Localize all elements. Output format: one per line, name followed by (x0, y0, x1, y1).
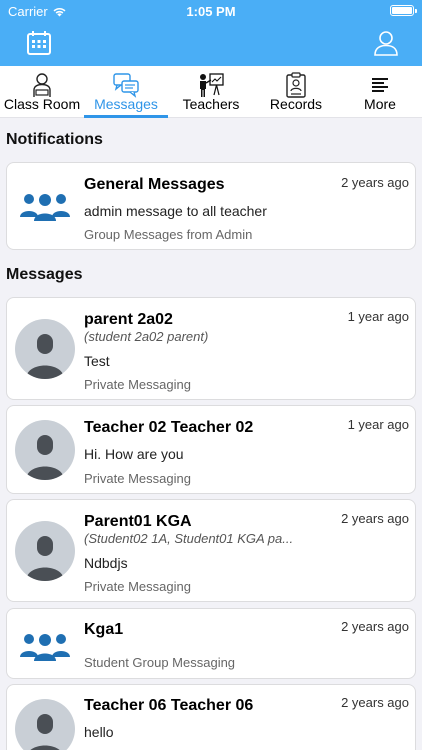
status-time: 1:05 PM (186, 4, 236, 19)
tab-label: Class Room (3, 96, 81, 112)
message-card[interactable]: parent 2a02 1 year ago (student 2a02 par… (6, 297, 416, 400)
timestamp: 2 years ago (341, 619, 409, 634)
timestamp: 2 years ago (341, 511, 409, 526)
sender-subtitle: (student 2a02 parent) (84, 329, 209, 344)
tab-label: More (364, 96, 396, 112)
person-icon (26, 536, 64, 581)
tab-records[interactable]: Records (254, 66, 338, 118)
messages-icon (113, 73, 139, 98)
tab-more[interactable]: More (338, 66, 422, 118)
sender-name: Teacher 06 Teacher 06 (84, 697, 254, 714)
message-preview: Hi. How are you (84, 446, 184, 462)
person-icon (30, 714, 60, 750)
message-type: Student Group Messaging (84, 655, 236, 670)
app-header: Carrier 1:05 PM (0, 0, 422, 66)
avatar (15, 521, 75, 581)
message-card[interactable]: Kga1 2 years ago Student Group Messaging (6, 608, 416, 679)
calendar-icon[interactable] (26, 30, 52, 56)
tab-teachers[interactable]: Teachers (168, 66, 254, 118)
timestamp: 2 years ago (341, 695, 409, 710)
sender-name: Kga1 (84, 621, 124, 638)
message-type: Private Messaging (84, 579, 191, 594)
teacher-icon (200, 73, 224, 97)
message-type: Private Messaging (84, 471, 191, 486)
profile-icon[interactable] (372, 29, 400, 57)
battery-icon (390, 5, 417, 16)
message-preview: Test (84, 353, 110, 369)
notifications-heading: Notifications (6, 131, 103, 148)
message-preview: Ndbdjs (84, 555, 128, 571)
status-bar: Carrier 1:05 PM (0, 0, 422, 22)
group-icon (20, 194, 70, 221)
avatar (15, 699, 75, 750)
avatar (15, 420, 75, 480)
timestamp: 2 years ago (341, 175, 409, 190)
sender-name: Teacher 02 Teacher 02 (84, 419, 254, 436)
message-card[interactable]: Parent01 KGA 2 years ago (Student02 1A, … (6, 499, 416, 602)
records-icon (286, 72, 306, 98)
classroom-icon (33, 73, 51, 97)
message-type: Group Messages from Admin (84, 227, 253, 242)
sender-name: parent 2a02 (84, 311, 173, 328)
tab-label: Records (269, 96, 323, 112)
person-icon (26, 334, 64, 379)
messages-heading: Messages (6, 266, 83, 283)
sender-name: Parent01 KGA (84, 513, 192, 530)
tab-label: Messages (94, 96, 158, 112)
message-card[interactable]: Teacher 02 Teacher 02 1 year ago Hi. How… (6, 405, 416, 494)
message-type: Private Messaging (84, 377, 191, 392)
avatar (15, 319, 75, 379)
tab-messages[interactable]: Messages (84, 66, 168, 118)
group-icon (20, 634, 70, 661)
notification-card[interactable]: General Messages 2 years ago admin messa… (6, 162, 416, 250)
tab-class-room[interactable]: Class Room (0, 66, 84, 118)
message-preview: hello (84, 724, 114, 740)
timestamp: 1 year ago (347, 309, 409, 324)
sender-name: General Messages (84, 176, 225, 193)
message-card[interactable]: Teacher 06 Teacher 06 2 years ago hello (6, 684, 416, 750)
message-preview: admin message to all teacher (84, 203, 267, 219)
tab-bar: Class Room Messages Teachers Records Mor… (0, 66, 422, 118)
timestamp: 1 year ago (347, 417, 409, 432)
person-icon (26, 435, 64, 480)
tab-label: Teachers (182, 96, 240, 112)
sender-subtitle: (Student02 1A, Student01 KGA pa... (84, 531, 294, 546)
menu-icon (372, 78, 388, 92)
